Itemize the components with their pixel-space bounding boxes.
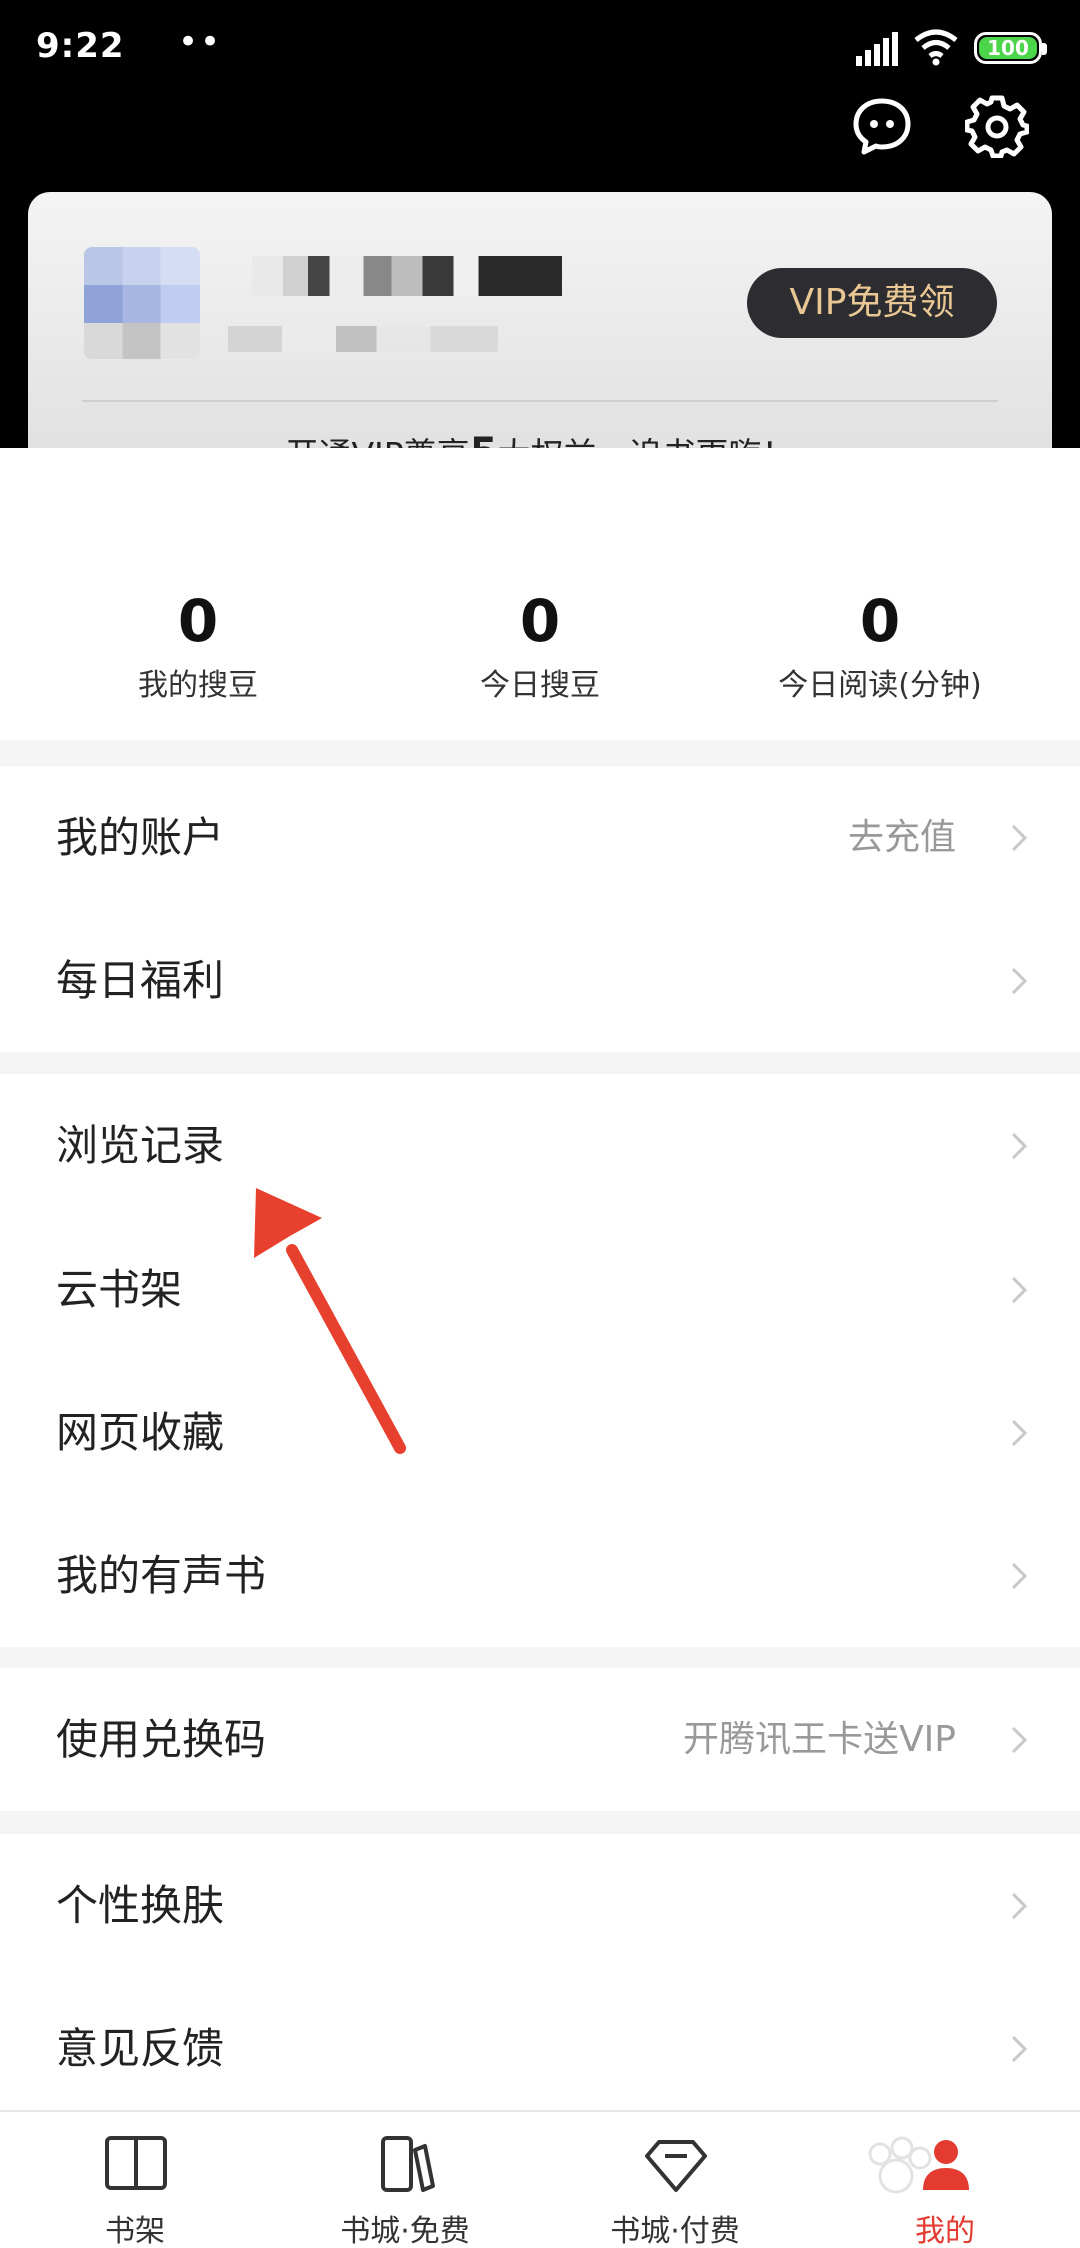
chevron-right-icon <box>1011 1726 1028 1754</box>
stat-label: 今日阅读(分钟) <box>778 668 982 703</box>
avatar[interactable] <box>84 247 200 359</box>
nav-label: 我的 <box>915 2214 975 2248</box>
vip-free-button[interactable]: VIP免费领 <box>747 268 997 338</box>
menu-item-hint: 开腾讯王卡送VIP <box>683 1719 956 1760</box>
diamond-icon <box>645 2140 707 2192</box>
watermark-logo <box>868 2136 932 2194</box>
chevron-right-icon <box>1011 967 1028 995</box>
chevron-right-icon <box>1011 2035 1028 2063</box>
stat-today-reading[interactable]: 0 今日阅读(分钟) <box>700 586 1060 704</box>
notification-dots: •• <box>178 22 223 62</box>
menu-item-label: 网页收藏 <box>56 1408 225 1457</box>
menu-item-redeem-code[interactable]: 使用兑换码 开腾讯王卡送VIP <box>0 1668 1080 1811</box>
wifi-icon <box>914 29 958 66</box>
status-bar: 9:22 •• 100 <box>0 0 1080 96</box>
battery-icon: 100 <box>974 32 1047 64</box>
menu-item-label: 浏览记录 <box>56 1121 225 1170</box>
menu-item-label: 意见反馈 <box>56 2024 225 2073</box>
chevron-right-icon <box>1011 1892 1028 1920</box>
chevron-right-icon <box>1011 1562 1028 1590</box>
divider <box>82 400 998 402</box>
stat-label: 我的搜豆 <box>138 668 258 703</box>
chevron-right-icon <box>1011 1419 1028 1447</box>
menu-group-account: 我的账户 去充值 每日福利 <box>0 766 1080 1052</box>
chevron-right-icon <box>1011 1132 1028 1160</box>
stat-value: 0 <box>177 587 219 655</box>
stat-label: 今日搜豆 <box>480 668 600 703</box>
chevron-right-icon <box>1011 824 1028 852</box>
nav-label: 书架 <box>105 2214 165 2248</box>
chevron-right-icon <box>1011 1276 1028 1304</box>
menu-item-daily-welfare[interactable]: 每日福利 <box>0 909 1080 1052</box>
menu-item-browse-history[interactable]: 浏览记录 <box>0 1074 1080 1218</box>
menu-item-feedback[interactable]: 意见反馈 <box>0 1977 1080 2117</box>
battery-level: 100 <box>987 36 1029 60</box>
stat-value: 0 <box>859 587 901 655</box>
menu-item-label: 使用兑换码 <box>56 1715 267 1764</box>
status-time: 9:22 <box>36 26 125 66</box>
menu-item-audiobooks[interactable]: 我的有声书 <box>0 1504 1080 1647</box>
annotation-arrow <box>254 1188 406 1454</box>
menu-group-settings: 个性换肤 意见反馈 <box>0 1834 1080 2117</box>
menu-item-my-account[interactable]: 我的账户 去充值 <box>0 766 1080 909</box>
menu-item-cloud-bookshelf[interactable]: 云书架 <box>0 1218 1080 1361</box>
menu-item-label: 我的账户 <box>56 813 225 862</box>
stat-my-soudou[interactable]: 0 我的搜豆 <box>18 586 378 704</box>
chat-bubble-icon[interactable] <box>852 96 912 156</box>
menu-group-library: 浏览记录 云书架 网页收藏 我的有声书 <box>0 1074 1080 1647</box>
stat-value: 0 <box>519 587 561 655</box>
menu-item-label: 每日福利 <box>56 956 225 1005</box>
stat-today-soudou[interactable]: 0 今日搜豆 <box>360 586 720 704</box>
bookshelf-icon <box>105 2136 167 2190</box>
menu-item-web-favorites[interactable]: 网页收藏 <box>0 1361 1080 1504</box>
menu-item-hint: 去充值 <box>847 817 956 858</box>
gear-icon[interactable] <box>965 94 1029 158</box>
nav-store-free[interactable]: 书城·免费 <box>270 2112 540 2248</box>
menu-group-redeem: 使用兑换码 开腾讯王卡送VIP <box>0 1668 1080 1811</box>
menu-item-label: 我的有声书 <box>56 1551 267 1600</box>
menu-item-theme-skin[interactable]: 个性换肤 <box>0 1834 1080 1977</box>
nav-label: 书城·免费 <box>340 2214 470 2248</box>
stats-panel: 0 我的搜豆 0 今日搜豆 0 今日阅读(分钟) <box>0 448 1080 740</box>
nav-store-paid[interactable]: 书城·付费 <box>540 2112 810 2248</box>
book-store-icon <box>381 2136 435 2192</box>
signal-icon <box>856 32 898 66</box>
nav-label: 书城·付费 <box>610 2214 740 2248</box>
user-subtitle-blurred <box>228 326 498 352</box>
username-blurred[interactable] <box>252 256 562 296</box>
menu-item-label: 个性换肤 <box>56 1881 225 1930</box>
menu-item-label: 云书架 <box>56 1265 183 1314</box>
nav-bookshelf[interactable]: 书架 <box>0 2112 270 2248</box>
